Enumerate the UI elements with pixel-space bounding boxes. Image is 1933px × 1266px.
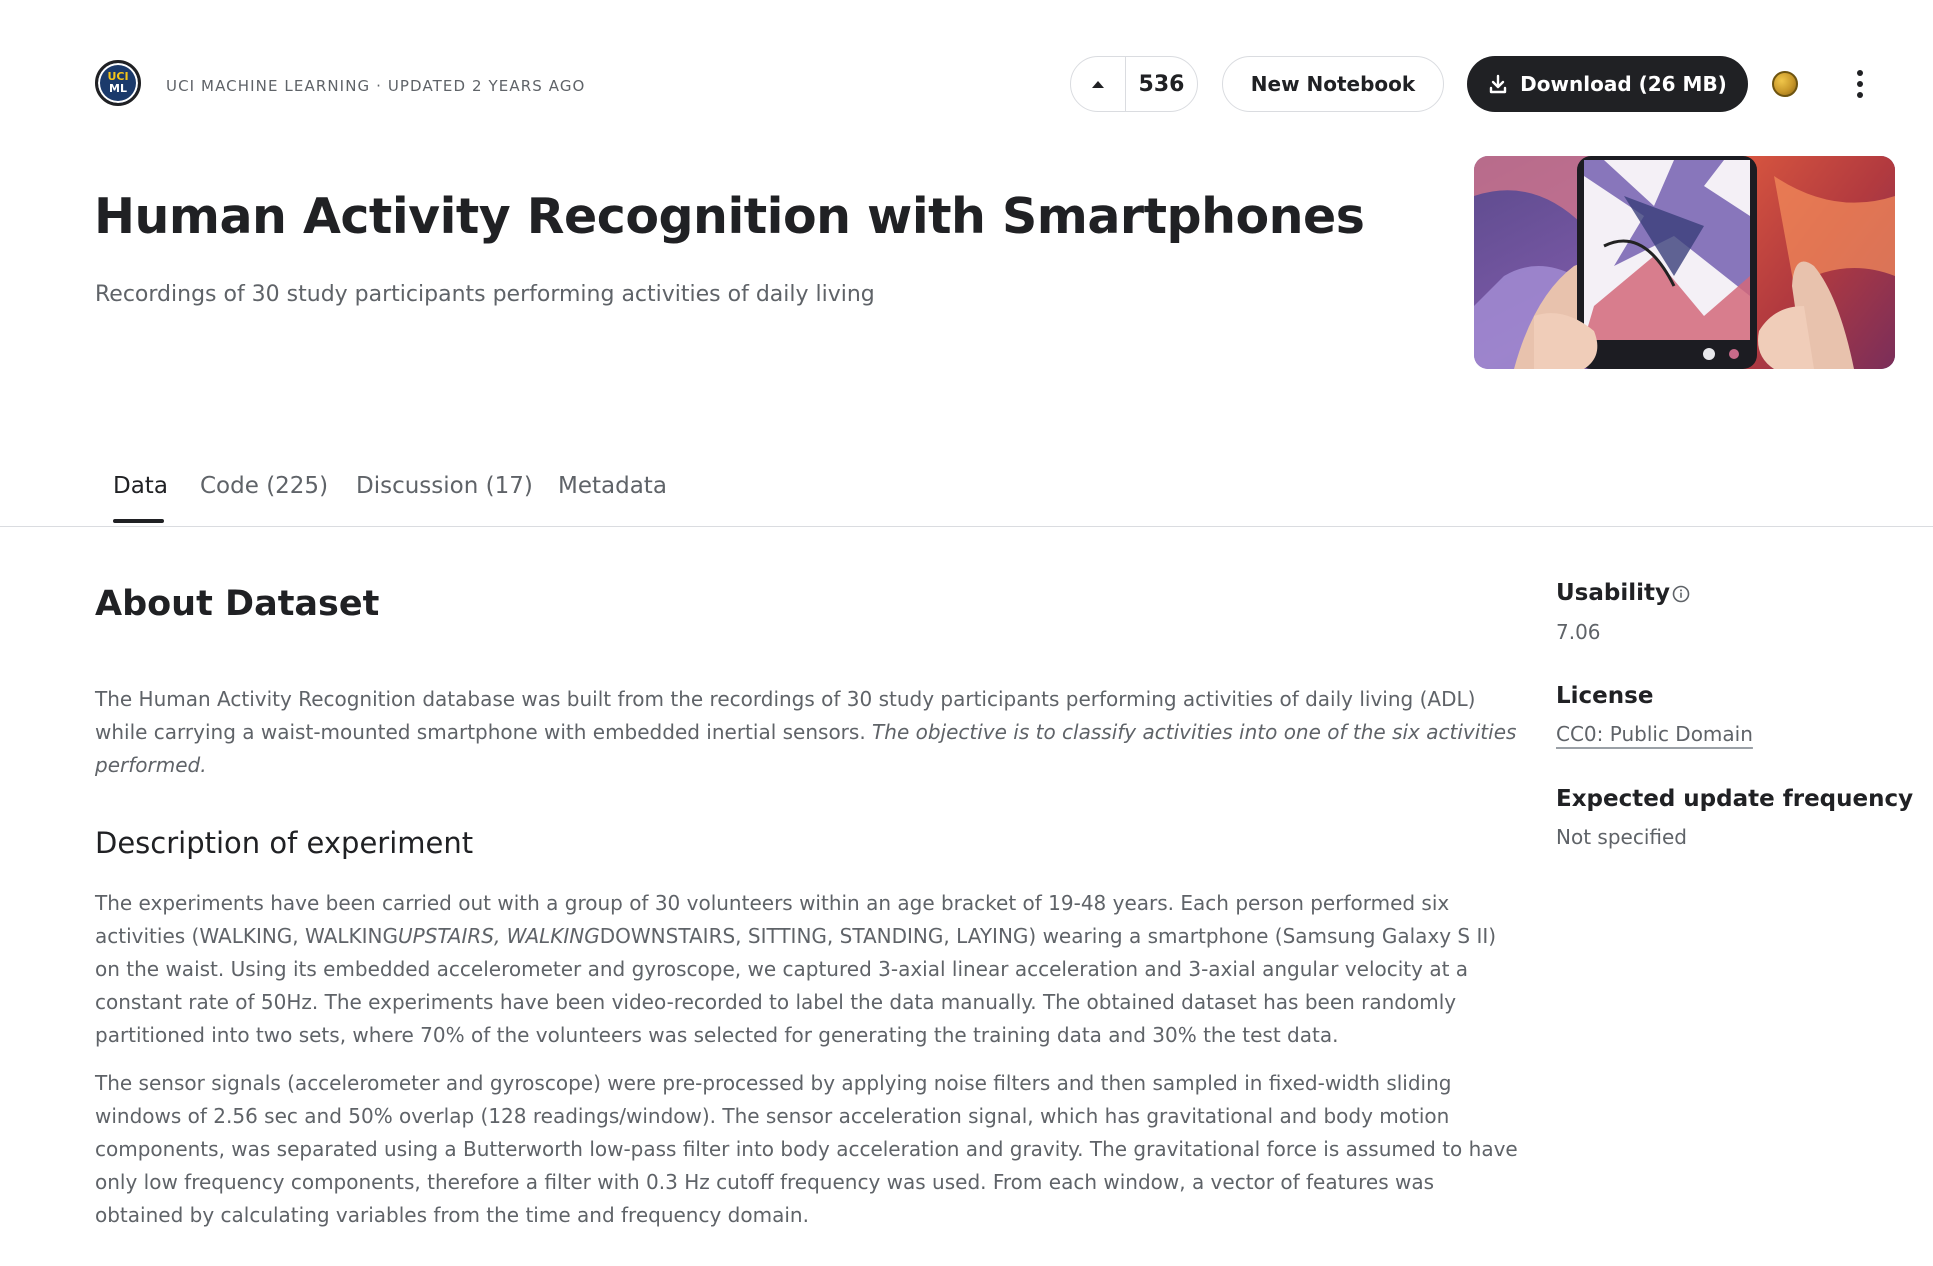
experiment-paragraph: The experiments have been carried out wi…	[95, 887, 1525, 1052]
tab-discussion[interactable]: Discussion (17)	[356, 473, 533, 499]
license-label: License	[1556, 683, 1654, 709]
owner-update-line[interactable]: UCI Machine Learning · Updated 2 years a…	[166, 77, 585, 95]
org-avatar-line2: ML	[109, 82, 127, 95]
description-heading: Description of experiment	[95, 826, 474, 860]
download-button[interactable]: Download (26 MB)	[1467, 56, 1748, 112]
upvote-button[interactable]	[1071, 57, 1126, 111]
about-paragraph: The Human Activity Recognition database …	[95, 683, 1525, 782]
experiment-text-italic: UPSTAIRS, WALKING	[398, 924, 600, 948]
dataset-cover-image	[1474, 156, 1895, 369]
dataset-title: Human Activity Recognition with Smartpho…	[94, 188, 1365, 245]
download-icon	[1489, 74, 1507, 94]
about-heading: About Dataset	[95, 584, 380, 624]
caret-up-icon	[1092, 81, 1104, 88]
tab-code[interactable]: Code (225)	[200, 473, 328, 499]
tab-bar: Data Code (225) Discussion (17) Metadata	[0, 468, 1933, 527]
medal-icon[interactable]	[1772, 71, 1798, 97]
org-avatar[interactable]: UCI ML	[95, 60, 141, 106]
signal-processing-paragraph: The sensor signals (accelerometer and gy…	[95, 1071, 1518, 1227]
license-link[interactable]: CC0: Public Domain	[1556, 722, 1753, 746]
new-notebook-button[interactable]: New Notebook	[1222, 56, 1444, 112]
tab-data[interactable]: Data	[113, 473, 168, 499]
tab-metadata[interactable]: Metadata	[558, 473, 667, 499]
vote-group: 536	[1070, 56, 1198, 112]
info-icon[interactable]	[1672, 585, 1690, 603]
update-frequency-label: Expected update frequency	[1556, 786, 1914, 812]
usability-label: Usability	[1556, 580, 1670, 606]
update-frequency-value: Not specified	[1556, 825, 1687, 849]
download-button-label: Download (26 MB)	[1520, 72, 1727, 96]
kebab-menu-icon[interactable]	[1848, 66, 1872, 102]
usability-value: 7.06	[1556, 620, 1601, 644]
active-tab-indicator	[113, 519, 164, 523]
dataset-subtitle: Recordings of 30 study participants perf…	[95, 282, 875, 307]
vote-count[interactable]: 536	[1126, 72, 1197, 97]
